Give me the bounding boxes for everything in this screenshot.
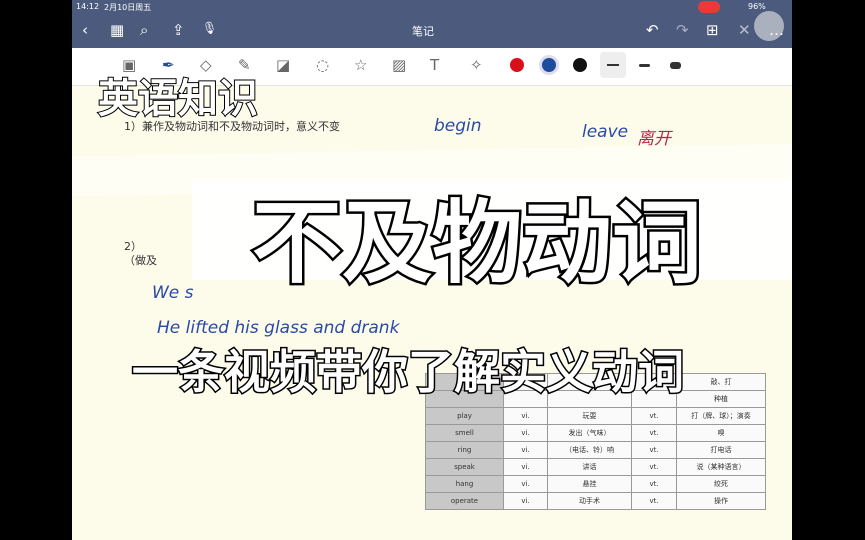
corner-title: 英语知识 [97, 74, 259, 123]
table-cell: 嗅 [676, 424, 766, 442]
nav-bar: ‹ ▦ ⌕ ⇪ 🎙 笔记 ↶ ↷ ⊞ ✕ … [72, 11, 792, 48]
handwriting-leave: leave [582, 122, 629, 142]
table-cell: 种植 [676, 390, 766, 408]
table-row: hang vi. 悬挂 vt. 绞死 [425, 475, 766, 493]
table-cell: 绞死 [676, 475, 766, 493]
table-cell: vt. [631, 424, 677, 442]
table-cell: 讲话 [547, 458, 632, 476]
table-row: play vi. 玩耍 vt. 打（牌、球）；演奏 [425, 407, 766, 425]
table-row: operate vi. 动手术 vt. 操作 [425, 492, 766, 510]
table-cell: vi. [503, 441, 548, 459]
handwriting-sentence: He lifted his glass and drank [157, 318, 400, 338]
color-black[interactable] [573, 58, 587, 72]
search-icon[interactable]: ⌕ [140, 21, 148, 39]
grid-icon[interactable]: ▦ [110, 21, 124, 39]
table-cell: hang [425, 475, 504, 493]
table-cell: vt. [631, 492, 677, 510]
sticker-icon[interactable]: ☆ [354, 56, 367, 74]
stroke-thin[interactable] [600, 52, 626, 78]
laser-icon[interactable]: ✧ [470, 56, 483, 74]
stroke-medium[interactable] [639, 64, 650, 67]
table-cell: 打（牌、球）；演奏 [676, 407, 766, 425]
table-cell: vt. [631, 441, 677, 459]
table-cell: 发出（气味） [547, 424, 632, 442]
add-page-icon[interactable]: ⊞ [706, 21, 719, 39]
back-button[interactable]: ‹ [82, 21, 88, 39]
battery: 96% [748, 2, 766, 11]
table-cell: 操作 [676, 492, 766, 510]
date: 2月10日周五 [104, 3, 152, 12]
mic-icon[interactable]: 🎙 [202, 21, 217, 35]
table-cell: vi. [503, 458, 548, 476]
table-row: smell vi. 发出（气味） vt. 嗅 [425, 424, 766, 442]
share-icon[interactable]: ⇪ [172, 21, 185, 39]
table-cell: 悬挂 [547, 475, 632, 493]
lasso-icon[interactable]: ◌ [316, 56, 329, 74]
subtitle: 一条视频带你了解实义动词 [131, 344, 686, 401]
table-cell: vi. [503, 475, 548, 493]
status-bar: 14:12 2月10日周五 96% [72, 0, 792, 15]
undo-icon[interactable]: ↶ [646, 21, 659, 39]
table-cell: 动手术 [547, 492, 632, 510]
note-line-3: （做及 [124, 254, 157, 267]
table-cell: vi. [503, 407, 548, 425]
record-icon [698, 1, 720, 13]
text-icon[interactable]: T [430, 56, 439, 74]
redo-icon[interactable]: ↷ [676, 21, 689, 39]
table-cell: vi. [503, 492, 548, 510]
table-row: ring vi. （电话、铃）响 vt. 打电话 [425, 441, 766, 459]
color-red[interactable] [510, 58, 524, 72]
handwriting-we: We s [152, 283, 194, 303]
table-cell: 敲、打 [676, 373, 766, 391]
table-cell: 说（某种语言） [676, 458, 766, 476]
table-row: speak vi. 讲话 vt. 说（某种语言） [425, 458, 766, 476]
table-cell: speak [425, 458, 504, 476]
close-icon[interactable]: ✕ [738, 21, 751, 39]
table-cell: vt. [631, 475, 677, 493]
handwriting-begin: begin [434, 116, 482, 136]
table-cell: vi. [503, 424, 548, 442]
shapes-icon[interactable]: ◪ [276, 56, 290, 74]
color-blue[interactable] [542, 58, 556, 72]
image-icon[interactable]: ▨ [392, 56, 406, 74]
table-cell: operate [425, 492, 504, 510]
table-cell: （电话、铃）响 [547, 441, 632, 459]
table-cell: vt. [631, 458, 677, 476]
table-cell: 玩耍 [547, 407, 632, 425]
time: 14:12 [76, 2, 100, 11]
stroke-thick[interactable] [670, 62, 681, 69]
table-cell: vt. [631, 407, 677, 425]
table-cell: ring [425, 441, 504, 459]
more-icon[interactable]: … [769, 21, 784, 39]
table-cell: 打电话 [676, 441, 766, 459]
main-title: 不及物动词 [250, 188, 705, 299]
table-cell: smell [425, 424, 504, 442]
table-cell: play [425, 407, 504, 425]
note-title[interactable]: 笔记 [412, 23, 434, 39]
